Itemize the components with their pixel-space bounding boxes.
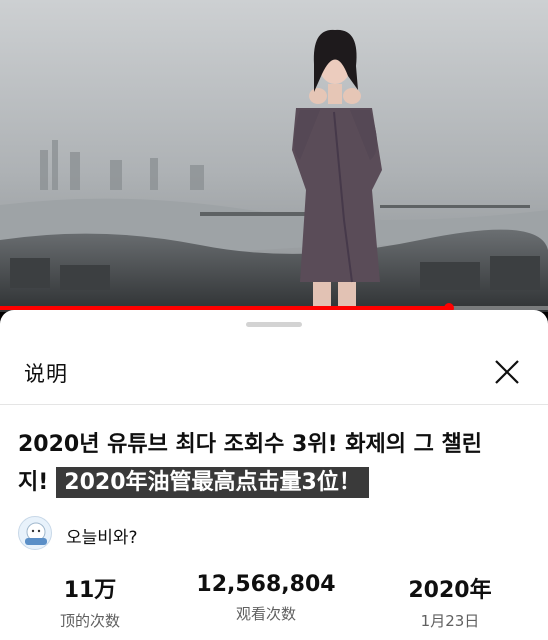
likes-stat: 11万 顶的次数 [40,572,140,631]
views-label: 观看次数 [235,605,296,623]
channel-link[interactable]: 오늘비와? [18,516,418,552]
video-title: 2020년 유튜브 최다 조회수 3위! 화제의 그 챌린지! 2020年油管最高… [18,426,538,502]
upload-date: 1月23日 [420,612,480,630]
close-button[interactable] [488,353,526,391]
upload-year: 2020年 [408,578,492,603]
views-stat: 12,568,804 观看次数 [186,572,346,624]
date-stat: 2020年 1月23日 [390,572,510,631]
views-count: 12,568,804 [196,572,336,597]
video-frame [0,0,548,312]
video-title-translation: 2020年油管最高点击量3位！ [56,467,369,498]
likes-count: 11万 [63,578,117,603]
description-sheet: 说明 2020년 유튜브 최다 조회수 3위! 화제의 그 챌린지! 2020年油… [0,310,548,640]
likes-label: 顶的次数 [59,612,120,630]
drag-handle[interactable] [246,322,302,327]
sheet-title: 说明 [24,362,68,386]
divider [0,404,548,405]
channel-name: 오늘비와? [66,528,138,548]
video-stats: 11万 顶的次数 12,568,804 观看次数 2020年 1月23日 [0,572,548,636]
avatar-mascot-icon [25,522,47,545]
sheet-header: 说明 [0,340,548,400]
close-icon [495,360,519,384]
video-player[interactable] [0,0,548,312]
channel-avatar[interactable] [18,516,52,550]
